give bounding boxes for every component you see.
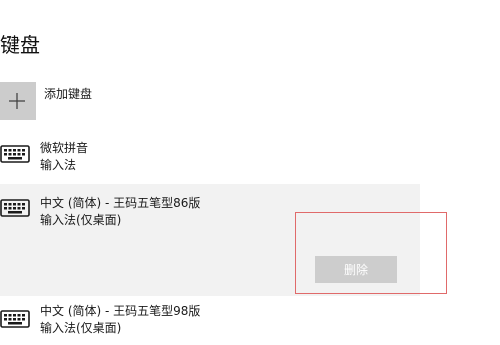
- keyboard-item-wubi-98[interactable]: 中文 (简体) - 王码五笔型98版 输入法(仅桌面): [0, 300, 420, 342]
- keyboard-icon: [0, 199, 30, 217]
- keyboard-item-microsoft-pinyin[interactable]: 微软拼音 输入法: [0, 138, 420, 180]
- keyboard-item-name: 中文 (简体) - 王码五笔型98版: [40, 304, 201, 318]
- keyboard-icon: [0, 145, 30, 163]
- keyboard-icon: [0, 310, 30, 328]
- keyboard-item-name: 微软拼音: [40, 141, 89, 155]
- keyboard-item-type: 输入法(仅桌面): [40, 321, 122, 335]
- keyboard-item-name: 中文 (简体) - 王码五笔型86版: [40, 196, 201, 210]
- page-title: 键盘: [0, 33, 40, 57]
- add-keyboard-row[interactable]: 添加键盘: [0, 82, 200, 122]
- keyboard-item-type: 输入法: [40, 158, 77, 172]
- annotation-highlight-box: [295, 212, 447, 294]
- keyboard-settings-page: 键盘 添加键盘 微软拼音 输入法 中文 (简体) - 王码五笔型86版 输入法(…: [0, 0, 500, 345]
- add-keyboard-label: 添加键盘: [44, 87, 93, 101]
- keyboard-item-type: 输入法(仅桌面): [40, 213, 122, 227]
- add-keyboard-button[interactable]: [0, 82, 36, 120]
- plus-icon: [9, 93, 25, 109]
